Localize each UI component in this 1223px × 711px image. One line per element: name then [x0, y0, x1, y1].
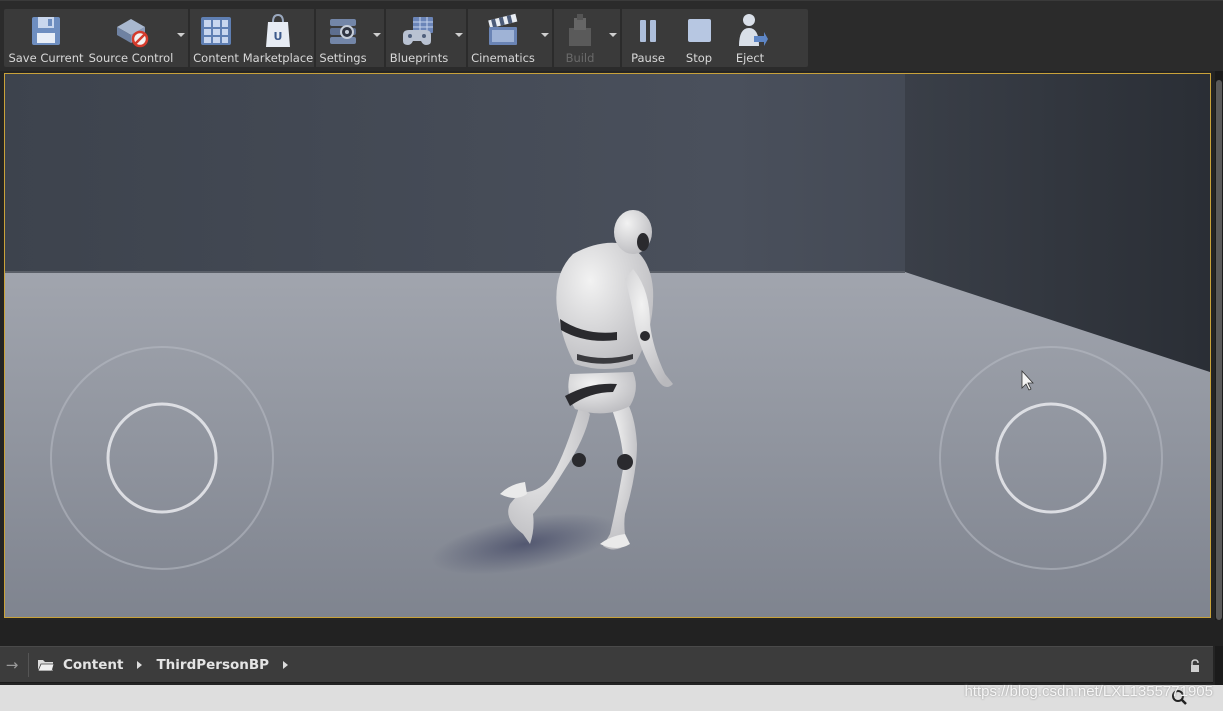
svg-text:U: U — [274, 30, 283, 43]
breadcrumb-content[interactable]: Content — [57, 657, 129, 673]
source-control-dropdown[interactable] — [174, 9, 188, 67]
cinematics-icon — [482, 11, 524, 51]
window-scrollbar[interactable] — [1215, 0, 1223, 711]
breadcrumb-arrow-icon[interactable] — [283, 660, 289, 669]
stop-button[interactable]: Stop — [674, 9, 724, 67]
blueprints-dropdown[interactable] — [452, 9, 466, 67]
eject-label: Eject — [735, 51, 765, 65]
content-icon — [195, 11, 237, 51]
save-icon — [25, 11, 67, 51]
chevron-down-icon — [177, 33, 185, 37]
blueprints-icon — [398, 11, 440, 51]
chevron-down-icon — [541, 33, 549, 37]
marketplace-button[interactable]: U Marketplace — [242, 9, 314, 67]
marketplace-label: Marketplace — [242, 51, 314, 65]
blueprints-label: Blueprints — [389, 51, 449, 65]
blueprints-button[interactable]: Blueprints — [386, 9, 452, 67]
forward-arrow-icon[interactable]: → — [0, 646, 24, 683]
chevron-down-icon — [455, 33, 463, 37]
breadcrumb-arrow-icon[interactable] — [137, 660, 143, 669]
content-label: Content — [193, 51, 239, 65]
cinematics-dropdown[interactable] — [538, 9, 552, 67]
build-icon — [559, 11, 601, 51]
stop-label: Stop — [685, 51, 713, 65]
build-label: Build — [565, 51, 595, 65]
eject-icon — [729, 11, 771, 51]
content-button[interactable]: Content — [190, 9, 242, 67]
lock-icon[interactable] — [1189, 658, 1201, 677]
folder-icon — [35, 646, 57, 683]
build-button[interactable]: Build — [554, 9, 606, 67]
settings-icon — [322, 11, 364, 51]
pause-icon — [627, 11, 669, 51]
eject-button[interactable]: Eject — [724, 9, 776, 67]
save-current-label: Save Current — [8, 51, 84, 65]
divider — [28, 652, 29, 677]
build-dropdown[interactable] — [606, 9, 620, 67]
settings-button[interactable]: Settings — [316, 9, 370, 67]
pause-button[interactable]: Pause — [622, 9, 674, 67]
watermark-text: https://blog.csdn.net/LXL1355771905 — [964, 683, 1213, 700]
level-editor-toolbar: Save Current Source Control Content U Ma… — [0, 0, 1223, 71]
stop-icon — [678, 11, 720, 51]
source-control-label: Source Control — [88, 51, 174, 65]
toolbar-strip: Save Current Source Control Content U Ma… — [4, 9, 808, 67]
save-current-button[interactable]: Save Current — [4, 9, 88, 67]
game-viewport[interactable] — [4, 73, 1211, 618]
scrollbar-thumb[interactable] — [1216, 80, 1222, 620]
chevron-down-icon — [609, 33, 617, 37]
marketplace-icon: U — [257, 11, 299, 51]
breadcrumb-thirdpersonbp[interactable]: ThirdPersonBP — [150, 657, 275, 673]
pause-label: Pause — [631, 51, 665, 65]
panel-gap — [0, 620, 1223, 646]
content-browser-path-bar: → Content ThirdPersonBP — [0, 646, 1213, 683]
settings-label: Settings — [319, 51, 367, 65]
source-control-button[interactable]: Source Control — [88, 9, 174, 67]
chevron-down-icon — [373, 33, 381, 37]
cinematics-button[interactable]: Cinematics — [468, 9, 538, 67]
cinematics-label: Cinematics — [471, 51, 535, 65]
source-control-icon — [110, 11, 152, 51]
settings-dropdown[interactable] — [370, 9, 384, 67]
